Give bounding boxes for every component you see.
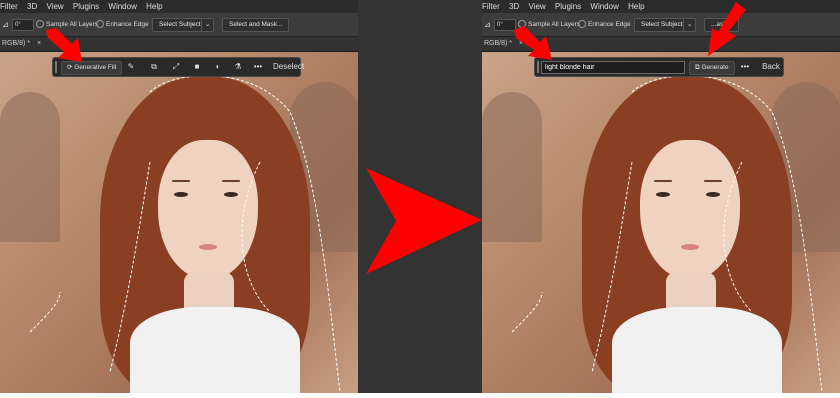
image-canvas[interactable]	[0, 52, 358, 393]
select-and-mask-button[interactable]: Select and Mask...	[222, 18, 290, 32]
generate-button[interactable]: ⧉ Generate	[689, 61, 735, 75]
deselect-button[interactable]: Deselect	[273, 62, 304, 72]
close-tab-icon[interactable]: ×	[37, 40, 41, 47]
marching-ants	[29, 75, 341, 393]
menu-plugins[interactable]: Plugins	[555, 2, 581, 11]
invert-selection-icon[interactable]: ⤢	[171, 62, 181, 72]
right-screenshot-panel: Filter 3D View Plugins Window Help ⊿ 0° …	[482, 0, 840, 393]
menu-view[interactable]: View	[528, 2, 545, 11]
angle-icon: ⊿	[484, 20, 491, 29]
red-chevron-arrow-icon	[366, 168, 482, 274]
enhance-edge-label: Enhance Edge	[588, 21, 631, 28]
menu-window[interactable]: Window	[590, 2, 618, 11]
menu-plugins[interactable]: Plugins	[73, 2, 99, 11]
enhance-edge-checkbox[interactable]: Enhance Edge	[578, 19, 631, 30]
generative-fill-label: Generative Fill	[74, 64, 117, 71]
sample-all-layers-label: Sample All Layers	[46, 21, 99, 28]
generate-label: Generate	[701, 64, 729, 71]
menu-3d[interactable]: 3D	[27, 2, 37, 11]
generative-fill-prompt-input[interactable]	[541, 61, 685, 74]
document-tab-label: RGB/8) *	[484, 40, 513, 47]
mask-icon[interactable]: ■	[192, 62, 202, 72]
generative-fill-icon: ⟳	[67, 64, 73, 71]
left-screenshot-panel: Filter 3D View Plugins Window Help ⊿ 0° …	[0, 0, 358, 393]
brush-icon[interactable]: ✎	[126, 62, 136, 72]
contextual-task-bar: ⧉ Generate ••• Back	[534, 57, 784, 77]
more-options-icon[interactable]: •••	[253, 62, 263, 72]
menu-filter[interactable]: Filter	[0, 2, 18, 11]
fill-bucket-icon[interactable]: ⚗	[233, 62, 243, 72]
angle-icon: ⊿	[2, 20, 9, 29]
menu-bar: Filter 3D View Plugins Window Help	[482, 0, 840, 13]
menu-3d[interactable]: 3D	[509, 2, 519, 11]
checkbox-icon	[96, 20, 104, 29]
marching-ants	[511, 75, 823, 393]
divider-area	[358, 0, 482, 393]
menu-help[interactable]: Help	[146, 2, 162, 11]
select-subject-dropdown[interactable]: ⌄	[201, 18, 215, 32]
menu-bar: Filter 3D View Plugins Window Help	[0, 0, 358, 13]
selection-marquee	[29, 75, 341, 393]
generate-icon: ⧉	[695, 64, 700, 71]
red-annotation-arrow	[46, 28, 82, 62]
contextual-task-bar: ⟳ Generative Fill ✎ ⧉ ⤢ ■ ◐ ⚗ ••• Desele…	[52, 57, 304, 77]
red-annotation-arrow	[514, 26, 552, 60]
more-options-icon[interactable]: •••	[740, 62, 750, 72]
enhance-edge-checkbox[interactable]: Enhance Edge	[96, 19, 149, 30]
select-subject-button[interactable]: Select Subject	[634, 18, 690, 32]
select-subject-dropdown[interactable]: ⌄	[683, 18, 697, 32]
menu-filter[interactable]: Filter	[482, 2, 500, 11]
document-tab-label: RGB/8) *	[2, 40, 31, 47]
select-subject-button[interactable]: Select Subject	[152, 18, 208, 32]
menu-help[interactable]: Help	[628, 2, 644, 11]
transform-icon[interactable]: ⧉	[149, 62, 159, 72]
enhance-edge-label: Enhance Edge	[106, 21, 149, 28]
back-button[interactable]: Back	[762, 62, 780, 72]
big-right-arrow	[366, 168, 482, 274]
checkbox-icon	[578, 20, 586, 29]
menu-window[interactable]: Window	[108, 2, 136, 11]
red-annotation-arrow	[708, 2, 746, 56]
image-canvas[interactable]	[482, 52, 840, 393]
angle-field[interactable]: 0°	[12, 19, 34, 31]
adjustment-icon[interactable]: ◐	[213, 62, 223, 72]
selection-marquee	[511, 75, 823, 393]
menu-view[interactable]: View	[46, 2, 63, 11]
